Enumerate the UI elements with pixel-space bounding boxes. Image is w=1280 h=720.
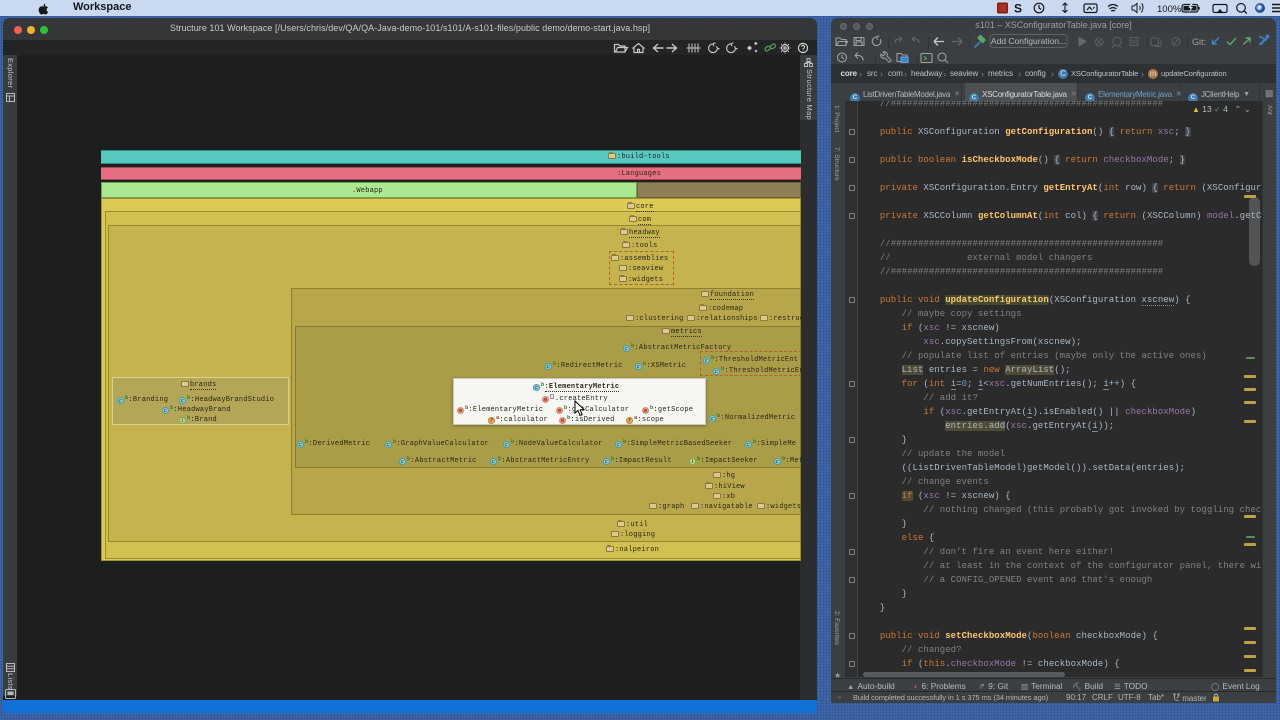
svg-text:100%: 100% (1157, 4, 1182, 14)
svg-text:Git:: Git: (1192, 37, 1206, 47)
svg-text:S: S (1014, 2, 1022, 14)
